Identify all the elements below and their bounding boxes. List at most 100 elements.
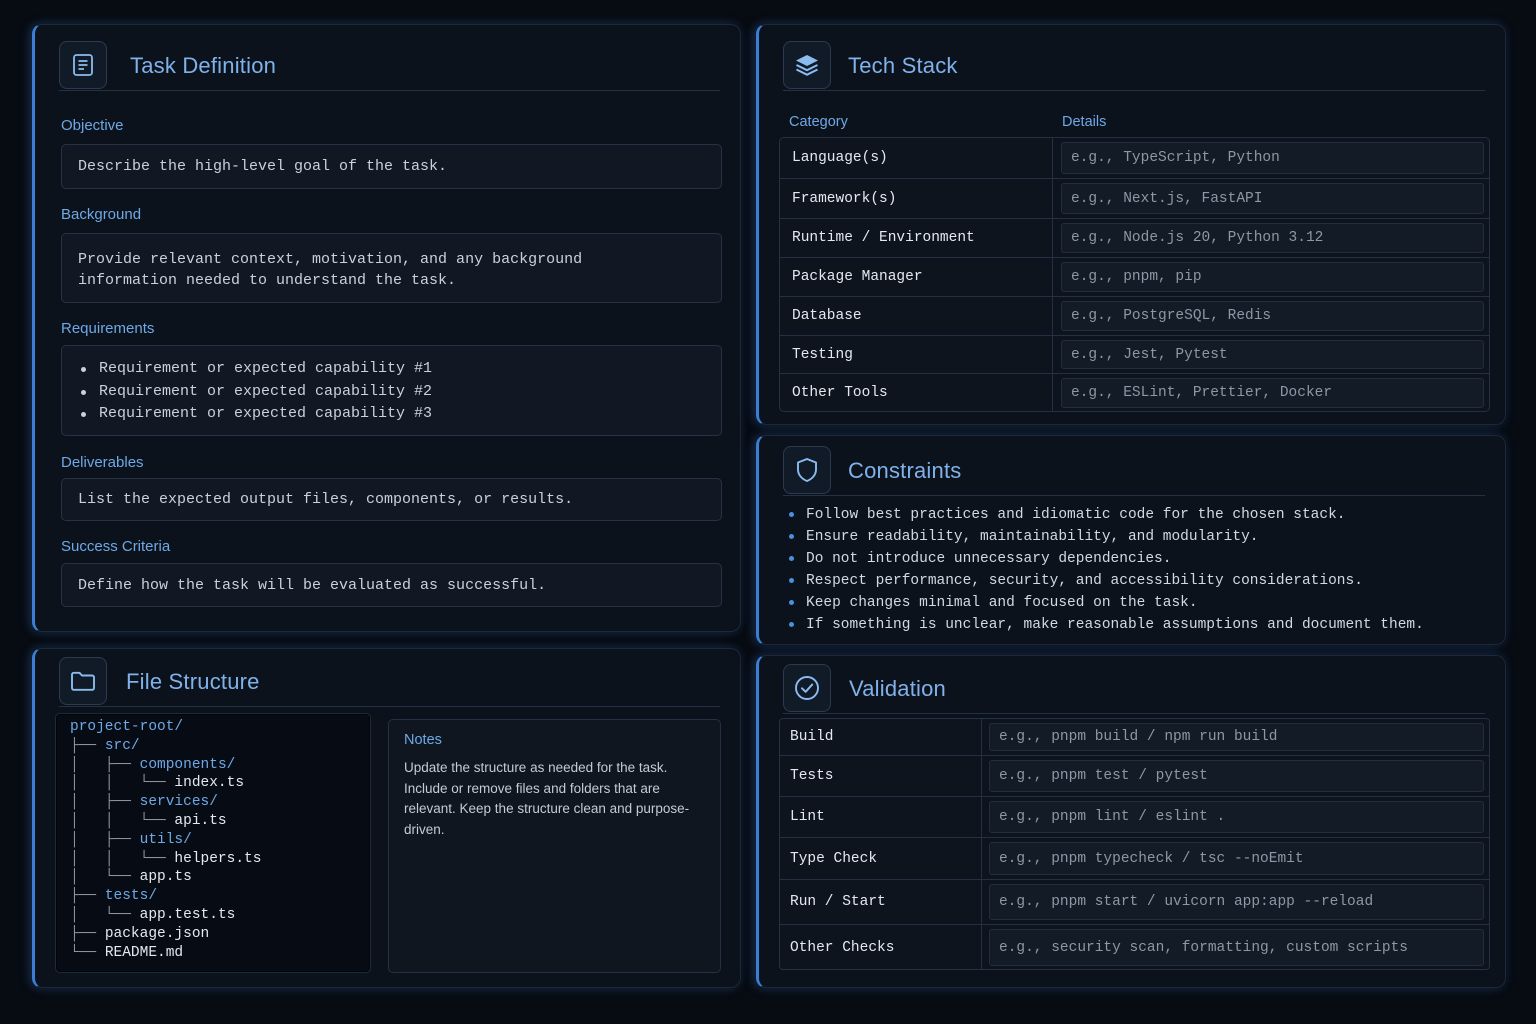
validation-panel: Validation Build e.g., pnpm build / npm …	[756, 655, 1506, 988]
requirement-item: Requirement or expected capability #2	[78, 381, 705, 404]
constraint-item: If something is unclear, make reasonable…	[785, 614, 1424, 636]
validation-header: Validation	[783, 664, 1485, 714]
table-row: Tests e.g., pnpm test / pytest	[780, 756, 1489, 797]
table-row: Run / Start e.g., pnpm start / uvicorn a…	[780, 880, 1489, 925]
row-value-field[interactable]: e.g., pnpm lint / eslint .	[989, 801, 1484, 833]
table-row: Runtime / Environment e.g., Node.js 20, …	[780, 219, 1489, 258]
background-text-line: Provide relevant context, motivation, an…	[78, 251, 583, 268]
row-category: Framework(s)	[792, 190, 897, 207]
row-value-field[interactable]: e.g., pnpm test / pytest	[989, 760, 1484, 792]
table-row: Type Check e.g., pnpm typecheck / tsc --…	[780, 838, 1489, 880]
tree-item[interactable]: ├── src/	[70, 737, 370, 756]
tree-item[interactable]: │ └── app.ts	[70, 868, 370, 887]
deliverables-text: List the expected output files, componen…	[78, 491, 574, 508]
constraint-item: Keep changes minimal and focused on the …	[785, 592, 1424, 614]
tree-item[interactable]: ├── package.json	[70, 925, 370, 944]
row-category: Build	[790, 729, 834, 745]
objective-text: Describe the high-level goal of the task…	[78, 158, 448, 175]
background-text-line: information needed to understand the tas…	[78, 272, 457, 289]
objective-label: Objective	[61, 117, 124, 134]
tech-stack-header: Tech Stack	[783, 41, 1485, 91]
requirements-field[interactable]: Requirement or expected capability #1 Re…	[61, 345, 722, 436]
row-category: Tests	[790, 768, 834, 784]
row-value-field[interactable]: e.g., PostgreSQL, Redis	[1061, 301, 1484, 331]
task-definition-title: Task Definition	[130, 53, 277, 78]
success-criteria-text: Define how the task will be evaluated as…	[78, 576, 547, 594]
shield-icon	[783, 446, 831, 494]
row-value-field[interactable]: e.g., Node.js 20, Python 3.12	[1061, 223, 1484, 253]
document-icon	[59, 41, 107, 89]
table-row: Framework(s) e.g., Next.js, FastAPI	[780, 179, 1489, 219]
table-row: Build e.g., pnpm build / npm run build	[780, 719, 1489, 756]
row-value-field[interactable]: e.g., pnpm start / uvicorn app:app --rel…	[989, 884, 1484, 920]
row-value-field[interactable]: e.g., pnpm, pip	[1061, 262, 1484, 292]
tree-item[interactable]: │ ├── services/	[70, 793, 370, 812]
validation-title: Validation	[849, 676, 946, 701]
row-category: Database	[792, 308, 862, 324]
table-row: Database e.g., PostgreSQL, Redis	[780, 297, 1489, 336]
tech-stack-table: Language(s) e.g., TypeScript, Python Fra…	[779, 137, 1490, 412]
table-row: Package Manager e.g., pnpm, pip	[780, 258, 1489, 297]
file-structure-title: File Structure	[126, 669, 260, 694]
tree-item[interactable]: │ │ └── helpers.ts	[70, 850, 370, 869]
layers-icon	[783, 41, 831, 89]
background-label: Background	[61, 206, 142, 223]
row-value-field[interactable]: e.g., pnpm build / npm run build	[989, 723, 1484, 751]
constraints-panel: Constraints Follow best practices and id…	[756, 435, 1506, 645]
requirement-item: Requirement or expected capability #1	[78, 358, 705, 381]
row-category: Package Manager	[792, 269, 923, 285]
file-tree: project-root/ ├── src/ │ ├── components/…	[55, 713, 371, 973]
row-category: Type Check	[790, 850, 878, 867]
row-value-field[interactable]: e.g., pnpm typecheck / tsc --noEmit	[989, 842, 1484, 875]
task-definition-header: Task Definition	[59, 41, 720, 91]
tech-stack-panel: Tech Stack Category Details Language(s) …	[756, 24, 1506, 425]
constraints-header: Constraints	[783, 446, 1485, 496]
notes-box: Notes Update the structure as needed for…	[388, 719, 721, 973]
folder-icon	[59, 657, 107, 705]
notes-body: Update the structure as needed for the t…	[404, 760, 690, 837]
tree-item[interactable]: │ ├── components/	[70, 756, 370, 775]
tree-item[interactable]: └── README.md	[70, 944, 370, 963]
tree-item[interactable]: project-root/	[70, 718, 370, 737]
constraint-item: Ensure readability, maintainability, and…	[785, 526, 1424, 548]
success-criteria-label: Success Criteria	[61, 538, 171, 555]
table-row: Other Tools e.g., ESLint, Prettier, Dock…	[780, 374, 1489, 412]
row-value-field[interactable]: e.g., Jest, Pytest	[1061, 340, 1484, 369]
background-field[interactable]: Provide relevant context, motivation, an…	[61, 233, 722, 303]
success-criteria-field[interactable]: Define how the task will be evaluated as…	[61, 563, 722, 607]
task-definition-panel: Task Definition Objective Describe the h…	[32, 24, 741, 632]
validation-table: Build e.g., pnpm build / npm run build T…	[779, 718, 1490, 970]
category-column-header: Category	[789, 114, 848, 130]
row-category: Runtime / Environment	[792, 230, 975, 246]
table-row: Lint e.g., pnpm lint / eslint .	[780, 797, 1489, 838]
tech-stack-title: Tech Stack	[848, 53, 958, 78]
notes-title: Notes	[404, 732, 442, 748]
row-category: Testing	[792, 346, 853, 363]
constraints-title: Constraints	[848, 458, 962, 483]
tree-item[interactable]: │ ├── utils/	[70, 831, 370, 850]
objective-field[interactable]: Describe the high-level goal of the task…	[61, 144, 722, 189]
row-value-field[interactable]: e.g., security scan, formatting, custom …	[989, 929, 1484, 966]
requirements-list: Requirement or expected capability #1 Re…	[78, 358, 705, 426]
tree-item[interactable]: ├── tests/	[70, 887, 370, 906]
constraint-item: Follow best practices and idiomatic code…	[785, 504, 1424, 526]
deliverables-label: Deliverables	[61, 454, 144, 471]
requirement-item: Requirement or expected capability #3	[78, 403, 705, 426]
file-structure-header: File Structure	[59, 657, 720, 707]
constraints-list: Follow best practices and idiomatic code…	[785, 504, 1424, 636]
tree-item[interactable]: │ │ └── api.ts	[70, 812, 370, 831]
row-category: Run / Start	[790, 894, 886, 910]
details-column-header: Details	[1062, 114, 1107, 130]
tree-item[interactable]: │ │ └── index.ts	[70, 774, 370, 793]
requirements-label: Requirements	[61, 320, 155, 337]
row-value-field[interactable]: e.g., Next.js, FastAPI	[1061, 183, 1484, 214]
deliverables-field[interactable]: List the expected output files, componen…	[61, 478, 722, 521]
row-category: Lint	[790, 809, 825, 825]
row-value-field[interactable]: e.g., ESLint, Prettier, Docker	[1061, 378, 1484, 408]
row-category: Other Checks	[790, 939, 895, 956]
constraint-item: Respect performance, security, and acces…	[785, 570, 1424, 592]
row-category: Other Tools	[792, 385, 888, 401]
table-row: Testing e.g., Jest, Pytest	[780, 336, 1489, 374]
tree-item[interactable]: │ └── app.test.ts	[70, 906, 370, 925]
row-value-field[interactable]: e.g., TypeScript, Python	[1061, 142, 1484, 174]
